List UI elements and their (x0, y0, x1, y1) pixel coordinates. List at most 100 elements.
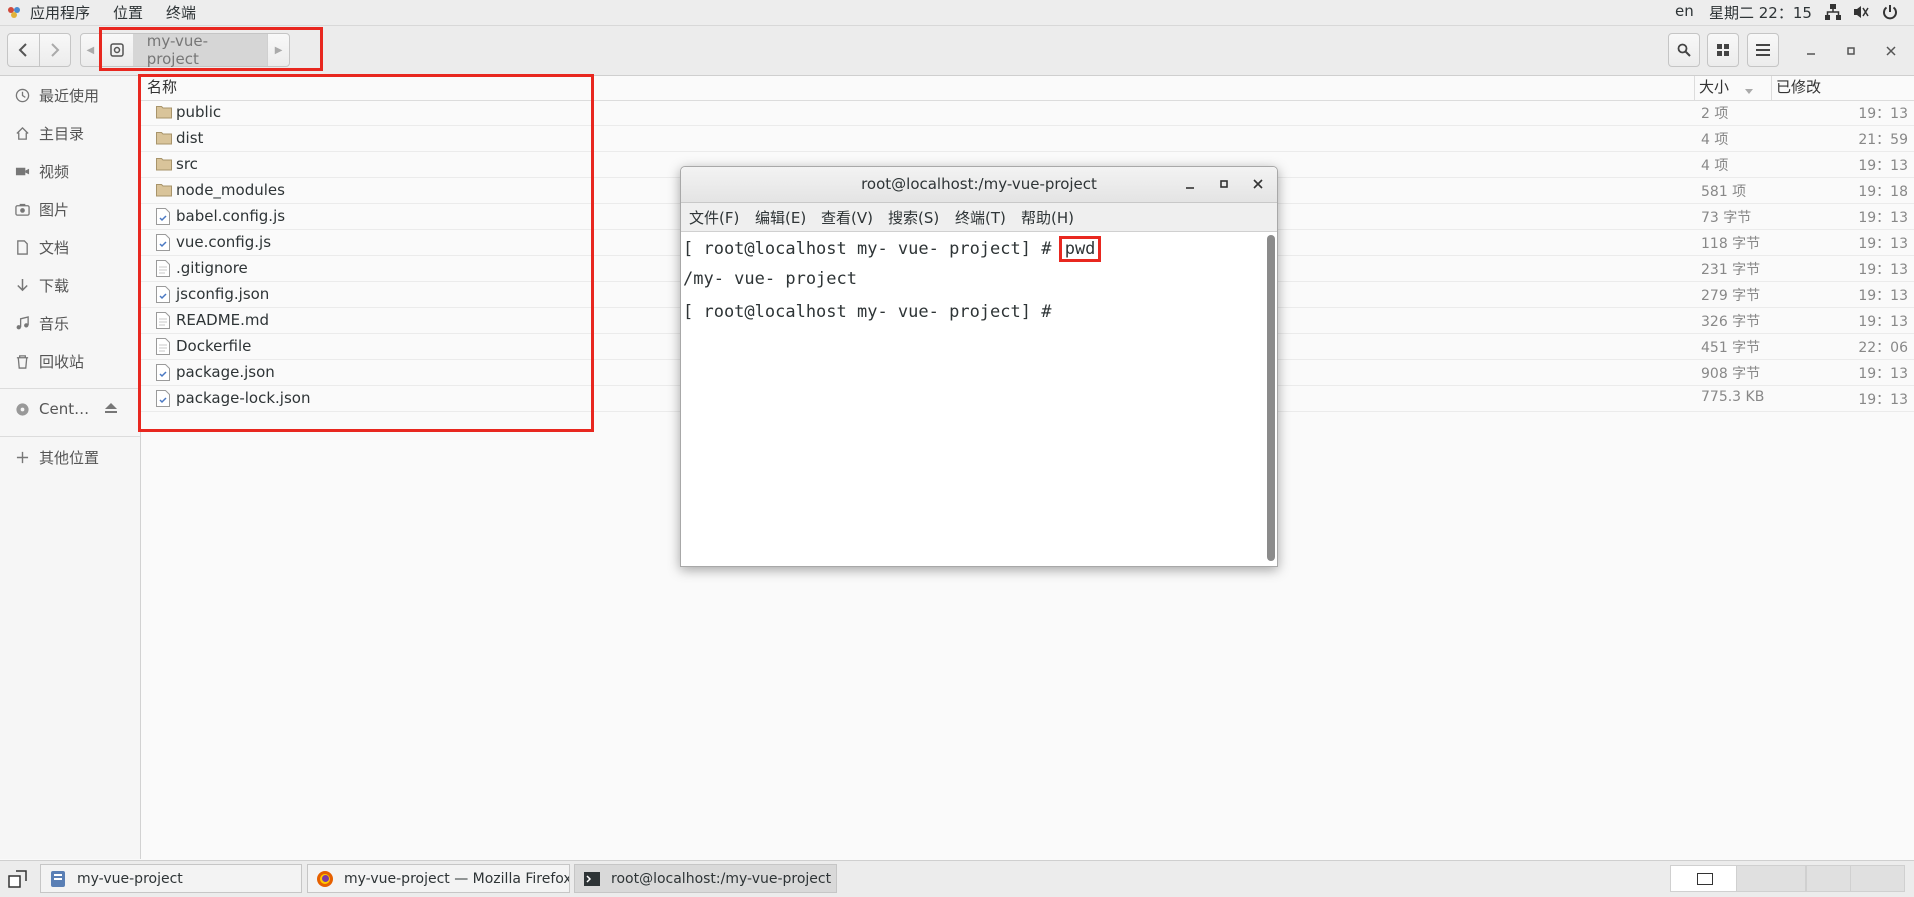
sort-descending-icon[interactable] (1744, 82, 1754, 100)
trash-icon (13, 352, 31, 370)
sidebar-item-centos-disc[interactable]: Cent… (0, 390, 140, 428)
terminal-command: pwd (1064, 239, 1096, 259)
path-scroll-left-button[interactable]: ◀ (81, 34, 101, 66)
column-header-modified[interactable]: 已修改 (1776, 76, 1821, 100)
minimize-button[interactable] (1799, 40, 1823, 62)
file-size: 775.3 KB (1701, 389, 1765, 405)
sidebar-divider (0, 436, 140, 437)
terminal-menu-search[interactable]: 搜索(S) (888, 207, 939, 228)
workspace-1[interactable] (1670, 865, 1740, 892)
sidebar-item-label: 文档 (39, 238, 70, 257)
sidebar-item-downloads[interactable]: 下载 (0, 266, 140, 304)
column-divider (1771, 76, 1772, 100)
sidebar-item-label: 其他位置 (39, 448, 100, 467)
file-manager-icon (49, 870, 67, 888)
file-size: 326 字节 (1701, 314, 1761, 330)
file-modified: 19：13 (1858, 314, 1908, 330)
close-icon (1253, 179, 1263, 189)
document-icon (13, 238, 31, 256)
file-size: 4 项 (1701, 132, 1729, 148)
workspace-2[interactable] (1736, 865, 1806, 892)
sidebar-item-recent[interactable]: 最近使用 (0, 76, 140, 114)
chevron-right-icon (51, 43, 60, 57)
close-icon (1886, 46, 1896, 56)
maximize-icon (1847, 47, 1855, 55)
file-size: 581 项 (1701, 184, 1747, 200)
terminal-menubar: 文件(F) 编辑(E) 查看(V) 搜索(S) 终端(T) 帮助(H) (681, 203, 1277, 232)
file-size: 2 项 (1701, 106, 1729, 122)
sidebar-item-label: 下载 (39, 276, 70, 295)
view-mode-button[interactable] (1707, 33, 1739, 67)
terminal-menu-help[interactable]: 帮助(H) (1021, 207, 1074, 228)
file-modified: 19：13 (1858, 366, 1908, 382)
file-modified: 21：59 (1858, 132, 1908, 148)
language-indicator[interactable]: en (1675, 2, 1694, 20)
task-label: my-vue-project — Mozilla Firefox (344, 870, 570, 887)
maximize-button[interactable] (1839, 40, 1863, 62)
video-icon (13, 162, 31, 180)
applications-menu[interactable]: 应用程序 (30, 2, 90, 23)
workspace-4[interactable] (1850, 865, 1905, 892)
apps-menu-icon[interactable] (6, 4, 22, 24)
search-button[interactable] (1668, 33, 1700, 67)
file-size: 118 字节 (1701, 236, 1761, 252)
back-button[interactable] (8, 34, 40, 66)
terminal-output-line: /my- vue- project (683, 269, 857, 289)
sidebar-item-documents[interactable]: 文档 (0, 228, 140, 266)
maximize-icon (1220, 180, 1228, 188)
terminal-menu-file[interactable]: 文件(F) (689, 207, 739, 228)
terminal-menu-view[interactable]: 查看(V) (821, 207, 873, 228)
sidebar-item-pictures[interactable]: 图片 (0, 190, 140, 228)
task-file-manager[interactable]: my-vue-project (40, 864, 302, 893)
sidebar-item-trash[interactable]: 回收站 (0, 342, 140, 380)
task-firefox[interactable]: my-vue-project — Mozilla Firefox (307, 864, 570, 893)
show-desktop-icon[interactable] (8, 869, 28, 893)
task-terminal[interactable]: root@localhost:/my-vue-project (574, 864, 837, 893)
workspace-window-icon (1697, 873, 1713, 885)
forward-button[interactable] (40, 34, 71, 66)
plus-icon (13, 448, 31, 466)
sidebar-divider (0, 388, 140, 389)
terminal-titlebar[interactable]: root@localhost:/my-vue-project (681, 167, 1277, 203)
sidebar-item-videos[interactable]: 视频 (0, 152, 140, 190)
terminal-close-button[interactable] (1251, 177, 1265, 195)
menu-button[interactable] (1747, 33, 1779, 67)
sidebar-item-label: 图片 (39, 200, 70, 219)
sidebar: 最近使用 主目录 视频 图片 文档 下载 音乐 回收站 Cent… 其他位置 (0, 76, 141, 859)
terminal-window: root@localhost:/my-vue-project 文件(F) 编辑(… (680, 166, 1278, 567)
file-size: 73 字节 (1701, 210, 1752, 226)
power-icon[interactable] (1881, 3, 1899, 21)
file-modified: 19：13 (1858, 392, 1908, 408)
file-modified: 19：13 (1858, 262, 1908, 278)
close-button[interactable] (1879, 40, 1903, 62)
network-icon[interactable] (1824, 3, 1842, 21)
terminal-menu[interactable]: 终端 (166, 2, 196, 23)
eject-icon[interactable] (104, 401, 118, 419)
clock[interactable]: 星期二 22：15 (1709, 2, 1812, 23)
places-menu[interactable]: 位置 (113, 2, 143, 23)
file-size: 279 字节 (1701, 288, 1761, 304)
highlight-path-bar (99, 27, 323, 71)
volume-icon[interactable] (1852, 3, 1870, 21)
terminal-output[interactable]: [ root@localhost my- vue- project] # pwd… (681, 232, 1263, 566)
terminal-menu-terminal[interactable]: 终端(T) (955, 207, 1006, 228)
terminal-minimize-button[interactable] (1183, 177, 1197, 195)
column-header-size[interactable]: 大小 (1699, 76, 1729, 100)
disc-icon (13, 400, 31, 418)
terminal-maximize-button[interactable] (1217, 177, 1231, 195)
file-modified: 19：13 (1858, 236, 1908, 252)
sidebar-item-other-locations[interactable]: 其他位置 (0, 438, 140, 476)
terminal-prompt: [ root@localhost my- vue- project] # (683, 239, 1062, 259)
terminal-scrollbar[interactable] (1267, 235, 1275, 561)
sidebar-item-home[interactable]: 主目录 (0, 114, 140, 152)
file-modified: 19：13 (1858, 210, 1908, 226)
task-label: root@localhost:/my-vue-project (611, 870, 832, 887)
task-label: my-vue-project (77, 870, 183, 887)
sidebar-item-music[interactable]: 音乐 (0, 304, 140, 342)
file-size: 231 字节 (1701, 262, 1761, 278)
highlight-file-list (138, 74, 594, 432)
chevron-left-icon (18, 43, 27, 57)
window-list-bar: my-vue-project my-vue-project — Mozilla … (0, 860, 1914, 897)
terminal-icon (583, 870, 601, 888)
terminal-menu-edit[interactable]: 编辑(E) (755, 207, 806, 228)
